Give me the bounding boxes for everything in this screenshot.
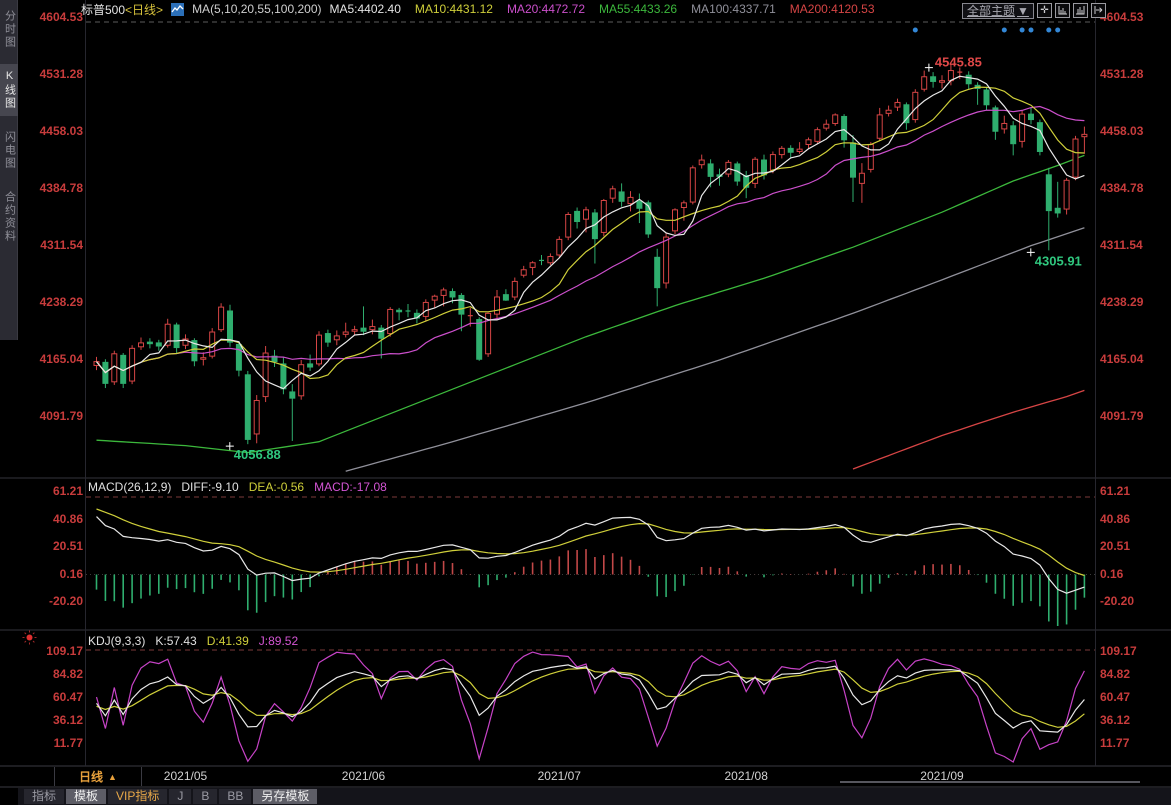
tab-0[interactable]: 指标 [24, 789, 64, 804]
kdj-panel [97, 652, 1085, 762]
period-tag: <日线> [125, 3, 163, 17]
macd-dea-value: DEA:-0.56 [249, 480, 304, 494]
ma-value-label: MA10:4431.12 [415, 2, 493, 16]
macd-pane-header: MACD(26,12,9) DIFF:-9.10 DEA:-0.56 MACD:… [88, 480, 387, 494]
axis-tick-label: 60.47 [53, 690, 83, 704]
axis-tick-label: 60.47 [1100, 690, 1130, 704]
ma-value-label: MA5:4402.40 [329, 2, 400, 16]
sidebar-item-3[interactable]: 合约资料 [0, 185, 18, 249]
axis-tick-label: 84.82 [53, 667, 83, 681]
trading-app-window: 4056.88 4545.85 4305.91 分时图 K线图闪电图合约资料 标普50… [0, 0, 1171, 805]
period-selector[interactable]: 日线 ▲ [54, 767, 142, 786]
triangle-up-icon: ▲ [108, 772, 117, 782]
period-selector-label: 日线 [79, 768, 103, 785]
crosshair-icon[interactable]: ✛ [1037, 3, 1052, 18]
svg-text:4056.88: 4056.88 [234, 447, 281, 462]
axis-tick-label: 109.17 [46, 644, 83, 658]
chart-header: 标普500<日线> MA(5,10,20,55,100,200) MA5:440… [81, 1, 875, 17]
sidebar-item-0[interactable]: 分时图 [0, 4, 18, 55]
ma-value-label: MA100:4337.71 [691, 2, 776, 16]
kdj-title: KDJ(9,3,3) [88, 634, 145, 648]
date-label: 2021/08 [714, 769, 778, 783]
axis-tick-label: 36.12 [1100, 713, 1130, 727]
macd-diff-value: DIFF:-9.10 [181, 480, 238, 494]
macd-title: MACD(26,12,9) [88, 480, 171, 494]
theme-selector-button[interactable]: 全部主题▼ [962, 3, 1034, 19]
date-label: 2021/05 [154, 769, 218, 783]
time-axis: 日线 ▲ 2021/05 2021/06 2021/07 2021/08 2021/09 [0, 767, 1171, 786]
kdj-axis-right: 109.17 84.82 60.47 36.12 11.77 [1100, 0, 1170, 766]
tab-5[interactable]: BB [219, 789, 251, 804]
axis-tick-label: 11.77 [54, 736, 83, 750]
date-label: 2021/07 [527, 769, 591, 783]
event-dots [913, 28, 1060, 33]
sidebar-item-2[interactable]: 闪电图 [0, 125, 18, 176]
tab-1[interactable]: 模板 [66, 789, 106, 804]
date-label: 2021/06 [332, 769, 396, 783]
theme-selector-label: 全部主题 [967, 5, 1015, 18]
tab-3[interactable]: J [169, 789, 191, 804]
alert-dot-icon [22, 630, 37, 645]
date-label: 2021/09 [910, 769, 974, 783]
ma-settings-label: MA(5,10,20,55,100,200) [192, 2, 321, 16]
ma-value-label: MA200:4120.53 [790, 2, 875, 16]
bottom-tab-bar: 指标模板VIP指标JBBB另存模板 [18, 788, 1171, 805]
axis-tick-label: 109.17 [1100, 644, 1137, 658]
ma-value-label: MA20:4472.72 [507, 2, 585, 16]
tab-2[interactable]: VIP指标 [108, 789, 167, 804]
indicator-icon[interactable] [171, 3, 184, 16]
macd-panel [97, 509, 1085, 626]
symbol-name: 标普500 [81, 3, 125, 17]
candlestick-series [94, 64, 1087, 444]
indicator-axis-icon[interactable] [1073, 3, 1088, 18]
axis-tick-label: 36.12 [53, 713, 83, 727]
ma-value-label: MA55:4433.26 [599, 2, 677, 16]
macd-macd-value: MACD:-17.08 [314, 480, 387, 494]
chevron-down-icon: ▼ [1017, 5, 1029, 18]
kdj-pane-header: KDJ(9,3,3) K:57.43 D:41.39 J:89.52 [88, 634, 298, 648]
svg-text:4545.85: 4545.85 [935, 55, 982, 70]
svg-text:4305.91: 4305.91 [1035, 253, 1082, 268]
price-annotations: 4056.88 4545.85 4305.91 [226, 55, 1082, 462]
axis-tick-label: 11.77 [1100, 736, 1129, 750]
kdj-axis-left: 109.17 84.82 60.47 36.12 11.77 [20, 0, 83, 766]
pan-right-icon[interactable] [1091, 3, 1106, 18]
kdj-k-value: K:57.43 [155, 634, 196, 648]
axis-tick-label: 84.82 [1100, 667, 1130, 681]
ma-values: MA5:4402.40 MA10:4431.12 MA20:4472.72 MA55:… [329, 2, 874, 16]
ma-fast-lines [97, 76, 1085, 388]
tab-4[interactable]: B [193, 789, 217, 804]
left-sidebar: 分时图 K线图闪电图合约资料 [0, 0, 18, 340]
chart-canvas[interactable]: 4056.88 4545.85 4305.91 [0, 0, 1171, 805]
kdj-d-value: D:41.39 [207, 634, 249, 648]
tab-6[interactable]: 另存模板 [253, 789, 317, 804]
sidebar-item-1[interactable]: K线图 [0, 64, 18, 116]
ma-slow-lines [97, 155, 1085, 471]
kdj-j-value: J:89.52 [259, 634, 298, 648]
scale-axis-icon[interactable] [1055, 3, 1070, 18]
